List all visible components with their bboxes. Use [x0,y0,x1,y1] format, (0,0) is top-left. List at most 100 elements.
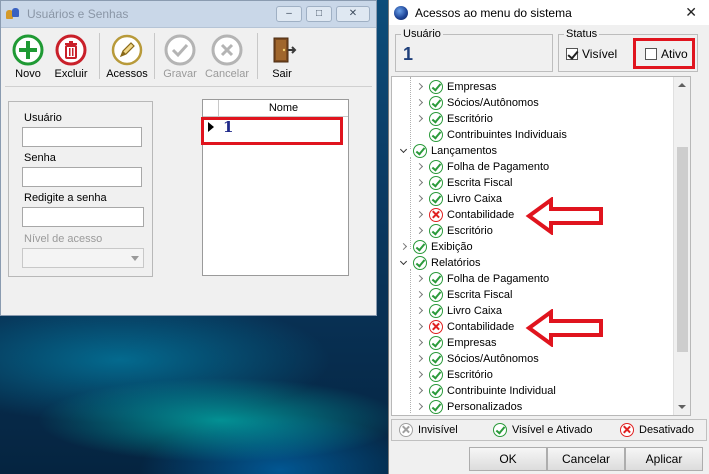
tree-item[interactable]: Escrita Fiscal [416,175,512,191]
column-header-nome[interactable]: Nome [219,100,348,116]
tree-item[interactable]: Contribuintes Individuais [416,127,567,143]
check-circle-icon[interactable] [429,128,443,142]
redigite-senha-input[interactable] [22,207,144,227]
pencil-icon [110,33,144,67]
gravar-button[interactable]: Gravar [159,31,201,81]
chevron-right-icon[interactable] [416,191,424,207]
senha-input[interactable] [22,167,142,187]
check-circle-icon[interactable] [429,176,443,190]
minimize-button[interactable]: – [276,6,302,22]
chevron-right-icon[interactable] [416,399,424,415]
title-bar[interactable]: Acessos ao menu do sistema ✕ [389,0,709,25]
legend-desativado-label: Desativado [639,424,695,436]
tree-item[interactable]: Empresas [416,335,497,351]
tree-item[interactable]: Lançamentos [400,143,497,159]
ok-button[interactable]: OK [469,447,547,471]
tree-item[interactable]: Sócios/Autônomos [416,351,539,367]
tree-item[interactable]: Personalizados [416,399,522,415]
check-circle-icon[interactable] [429,368,443,382]
novo-button[interactable]: Novo [9,31,47,81]
acessos-menu-window: Acessos ao menu do sistema ✕ Usuário 1 S… [388,0,709,474]
x-circle-red-icon[interactable] [429,320,443,334]
tree-item[interactable]: Sócios/Autônomos [416,95,539,111]
chevron-right-icon[interactable] [416,111,424,127]
chevron-right-icon[interactable] [416,319,424,335]
cancelar-dialog-button[interactable]: Cancelar [547,447,625,471]
globe-icon [394,5,408,20]
menu-access-tree[interactable]: Empresas Sócios/Autônomos Escritório Contri… [391,76,691,416]
visivel-checkbox[interactable]: Visível [566,47,617,61]
chevron-right-icon[interactable] [416,95,424,111]
chevron-right-icon[interactable] [416,287,424,303]
chevron-down-icon[interactable] [400,143,408,159]
cancelar-label: Cancelar [204,68,250,80]
chevron-right-icon[interactable] [400,239,408,255]
aplicar-button[interactable]: Aplicar [625,447,703,471]
tree-item[interactable]: Folha de Pagamento [416,271,549,287]
check-circle-icon[interactable] [429,384,443,398]
chevron-right-icon[interactable] [416,271,424,287]
chevron-right-icon[interactable] [416,159,424,175]
close-button[interactable]: ✕ [685,4,697,21]
x-circle-red-icon[interactable] [429,208,443,222]
chevron-right-icon[interactable] [416,207,424,223]
check-circle-icon[interactable] [429,192,443,206]
tree-item-label: Exibição [431,241,473,253]
tree-item[interactable]: Contabilidade [416,207,514,223]
tree-item[interactable]: Livro Caixa [416,303,502,319]
check-circle-icon[interactable] [429,160,443,174]
tree-item-label: Contabilidade [447,209,515,221]
check-circle-icon[interactable] [429,80,443,94]
tree-item[interactable]: Escrita Fiscal [416,287,512,303]
check-circle-icon[interactable] [413,144,427,158]
check-circle-icon[interactable] [429,352,443,366]
chevron-right-icon[interactable] [416,383,424,399]
nivel-acesso-select[interactable] [22,248,144,268]
chevron-right-icon[interactable] [416,367,424,383]
check-circle-icon[interactable] [429,96,443,110]
usuario-input[interactable] [22,127,142,147]
tree-item[interactable]: Livro Caixa [416,191,502,207]
tree-item[interactable]: Escritório [416,367,493,383]
chevron-right-icon[interactable] [416,175,424,191]
check-circle-icon[interactable] [429,112,443,126]
check-circle-icon[interactable] [413,256,427,270]
check-circle-icon[interactable] [429,336,443,350]
chevron-right-icon[interactable] [416,79,424,95]
tree-item[interactable]: Escritório [416,111,493,127]
restore-button[interactable]: □ [306,6,332,22]
usuario-label: Usuário [24,112,62,124]
excluir-button[interactable]: Excluir [47,31,95,81]
tree-item[interactable]: Contribuinte Individual [416,383,556,399]
tree-item[interactable]: Empresas [416,79,497,95]
tree-item[interactable]: Escritório [416,223,493,239]
check-circle-icon[interactable] [429,272,443,286]
check-circle-icon[interactable] [429,224,443,238]
acessos-button[interactable]: Acessos [104,31,150,81]
tree-item[interactable]: Folha de Pagamento [416,159,549,175]
tree-item-label: Livro Caixa [447,305,503,317]
scroll-thumb[interactable] [677,147,688,352]
chevron-down-icon[interactable] [400,255,408,271]
chevron-right-icon[interactable] [416,223,424,239]
title-bar[interactable]: Usuários e Senhas – □ ✕ [1,1,376,28]
tree-item[interactable]: Exibição [400,239,473,255]
scroll-up-icon[interactable] [674,77,690,93]
scroll-down-icon[interactable] [674,399,690,415]
acessos-label: Acessos [106,68,148,80]
check-circle-icon[interactable] [429,288,443,302]
chevron-right-icon[interactable] [416,351,424,367]
sair-button[interactable]: Sair [262,31,302,81]
tree-item[interactable]: Relatórios [400,255,481,271]
tree-item[interactable]: Contabilidade [416,319,514,335]
chevron-right-icon[interactable] [416,335,424,351]
vertical-scrollbar[interactable] [673,77,690,415]
close-button[interactable]: ✕ [336,6,370,22]
cancelar-button[interactable]: Cancelar [201,31,253,81]
legend-invisivel-label: Invisível [418,424,458,436]
chevron-right-icon[interactable] [416,303,424,319]
check-circle-icon[interactable] [429,304,443,318]
check-circle-icon[interactable] [429,400,443,414]
plus-icon [11,33,45,67]
check-circle-icon[interactable] [413,240,427,254]
